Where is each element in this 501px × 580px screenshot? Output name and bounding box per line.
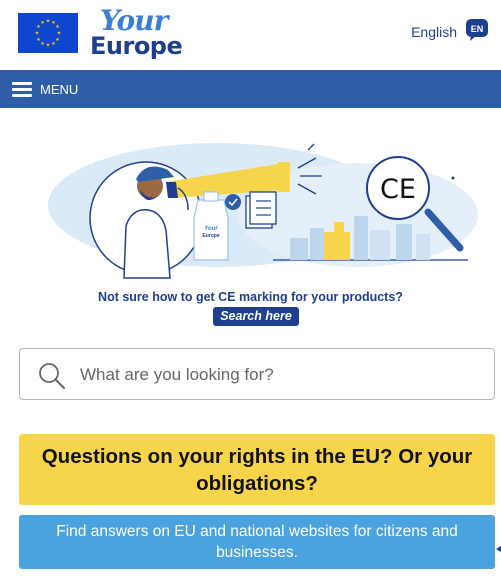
ce-marking-illustration: Your Europe CE bbox=[28, 130, 478, 280]
ce-marking-question: Not sure how to get CE marking for your … bbox=[98, 290, 403, 304]
svg-text:★: ★ bbox=[46, 19, 51, 25]
svg-text:★: ★ bbox=[46, 43, 51, 49]
menu-label: MENU bbox=[40, 81, 79, 97]
search-icon[interactable] bbox=[38, 362, 66, 390]
hamburger-icon bbox=[12, 82, 32, 97]
eu-flag-icon: ★ ★ ★ ★ ★ ★ ★ ★ ★ ★ ★ ★ bbox=[18, 13, 78, 53]
your-europe-logo[interactable]: Your Europe bbox=[90, 4, 190, 62]
language-bubble-icon[interactable]: EN bbox=[465, 18, 489, 42]
svg-text:Europe: Europe bbox=[202, 233, 219, 239]
svg-text:CE: CE bbox=[380, 174, 416, 205]
svg-text:★: ★ bbox=[55, 37, 60, 43]
rights-obligations-title: Questions on your rights in the EU? Or y… bbox=[41, 444, 473, 495]
menu-bar: MENU bbox=[0, 70, 501, 108]
logo-europe-text: Europe bbox=[90, 32, 183, 60]
svg-text:★: ★ bbox=[51, 41, 56, 47]
site-header: ★ ★ ★ ★ ★ ★ ★ ★ ★ ★ ★ ★ Your Europe Engl… bbox=[0, 0, 501, 70]
find-answers-banner[interactable]: Find answers on EU and national websites… bbox=[19, 515, 495, 569]
svg-text:★: ★ bbox=[57, 31, 62, 37]
menu-button[interactable]: MENU bbox=[12, 70, 78, 108]
svg-text:★: ★ bbox=[35, 31, 40, 37]
language-code-label: EN bbox=[471, 24, 484, 34]
svg-text:★: ★ bbox=[40, 41, 45, 47]
rights-obligations-banner[interactable]: Questions on your rights in the EU? Or y… bbox=[19, 434, 495, 505]
language-selector-link[interactable]: English bbox=[411, 24, 457, 40]
svg-text:Your: Your bbox=[204, 226, 218, 232]
svg-text:★: ★ bbox=[36, 37, 41, 43]
svg-text:★: ★ bbox=[55, 24, 60, 30]
svg-text:★: ★ bbox=[40, 20, 45, 26]
find-answers-text: Find answers on EU and national websites… bbox=[56, 523, 458, 561]
ce-search-here-button[interactable]: Search here bbox=[213, 307, 299, 326]
search-input[interactable] bbox=[80, 359, 480, 391]
caret-left-icon bbox=[496, 539, 501, 552]
search-box[interactable] bbox=[19, 348, 495, 400]
